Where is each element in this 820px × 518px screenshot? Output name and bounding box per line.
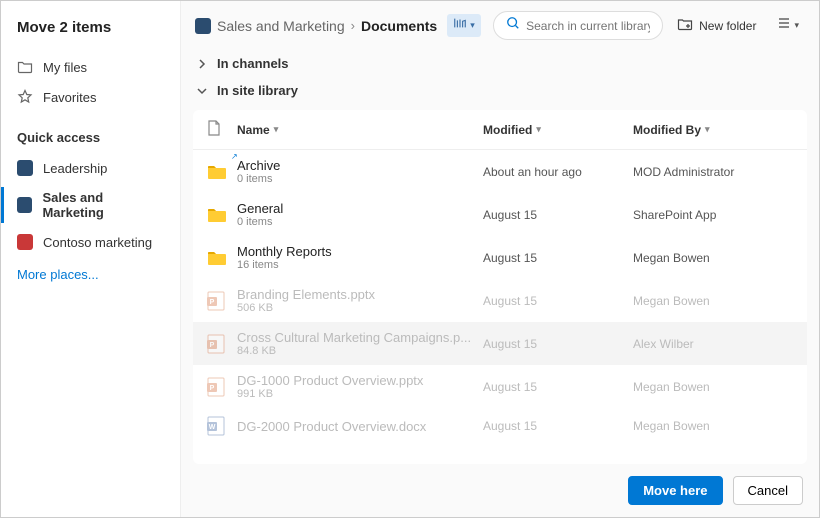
list-view-icon bbox=[776, 15, 792, 36]
row-modified-by: Megan Bowen bbox=[633, 380, 793, 394]
row-name: DG-1000 Product Overview.pptx bbox=[237, 373, 483, 388]
site-badge-icon bbox=[17, 197, 32, 213]
row-modified: August 15 bbox=[483, 208, 633, 222]
row-name: General bbox=[237, 201, 483, 216]
row-modified: August 15 bbox=[483, 294, 633, 308]
folder-icon bbox=[207, 207, 237, 223]
folder-icon bbox=[17, 59, 33, 75]
chevron-down-icon: ▾ bbox=[536, 124, 541, 135]
table-row[interactable]: Monthly Reports16 itemsAugust 15Megan Bo… bbox=[193, 236, 807, 279]
chevron-down-icon: ▾ bbox=[274, 124, 279, 135]
row-modified: August 15 bbox=[483, 251, 633, 265]
chevron-down-icon: ▾ bbox=[470, 20, 475, 31]
sidebar-item-sales-marketing[interactable]: Sales and Marketing bbox=[1, 183, 180, 227]
section-channels[interactable]: In channels bbox=[181, 50, 819, 77]
table-row: W DG-2000 Product Overview.docxAugust 15M… bbox=[193, 408, 807, 444]
table-row: P Branding Elements.pptx506 KBAugust 15Me… bbox=[193, 279, 807, 322]
folder-icon bbox=[207, 250, 237, 266]
row-modified-by: MOD Administrator bbox=[633, 165, 793, 179]
table-row[interactable]: General0 itemsAugust 15SharePoint App bbox=[193, 193, 807, 236]
view-options-button[interactable]: ▾ bbox=[770, 11, 805, 40]
row-subtext: 16 items bbox=[237, 259, 483, 271]
site-badge-icon bbox=[17, 234, 33, 250]
row-subtext: 0 items bbox=[237, 173, 483, 185]
table-row: P DG-1000 Product Overview.pptx991 KBAugu… bbox=[193, 365, 807, 408]
nav-favorites[interactable]: Favorites bbox=[1, 82, 180, 112]
new-folder-icon bbox=[677, 16, 693, 35]
svg-text:P: P bbox=[210, 385, 215, 392]
shortcut-icon: ↗ bbox=[231, 152, 238, 161]
column-header-modified-by[interactable]: Modified By▾ bbox=[633, 123, 793, 137]
folder-icon bbox=[207, 164, 237, 180]
row-modified: August 15 bbox=[483, 380, 633, 394]
search-input-wrap[interactable] bbox=[493, 11, 663, 40]
dialog-title: Move 2 items bbox=[1, 19, 180, 52]
row-name: DG-2000 Product Overview.docx bbox=[237, 419, 483, 434]
sidebar-item-label: Contoso marketing bbox=[43, 235, 152, 250]
section-label: In channels bbox=[217, 56, 289, 71]
sidebar-item-contoso[interactable]: Contoso marketing bbox=[1, 227, 180, 257]
new-folder-label: New folder bbox=[699, 19, 756, 33]
nav-label: My files bbox=[43, 60, 87, 75]
section-library[interactable]: In site library bbox=[181, 77, 819, 104]
library-picker[interactable]: ▾ bbox=[447, 14, 481, 37]
row-modified-by: Megan Bowen bbox=[633, 419, 793, 433]
section-label: In site library bbox=[217, 83, 298, 98]
move-here-button[interactable]: Move here bbox=[628, 476, 722, 505]
breadcrumb-current: Documents bbox=[361, 18, 437, 34]
more-places-link[interactable]: More places... bbox=[1, 257, 180, 292]
chevron-down-icon: ▾ bbox=[794, 20, 799, 31]
search-icon bbox=[506, 16, 520, 35]
chevron-down-icon: ▾ bbox=[705, 124, 710, 135]
row-subtext: 506 KB bbox=[237, 302, 483, 314]
row-modified-by: Megan Bowen bbox=[633, 294, 793, 308]
column-header-name[interactable]: Name▾ bbox=[237, 123, 483, 137]
column-header-modified[interactable]: Modified▾ bbox=[483, 123, 633, 137]
row-subtext: 84.8 KB bbox=[237, 345, 483, 357]
search-input[interactable] bbox=[526, 19, 650, 33]
row-modified-by: SharePoint App bbox=[633, 208, 793, 222]
cancel-button[interactable]: Cancel bbox=[733, 476, 803, 505]
row-modified-by: Megan Bowen bbox=[633, 251, 793, 265]
table-row[interactable]: ↗Archive0 itemsAbout an hour agoMOD Admi… bbox=[193, 150, 807, 193]
row-modified: About an hour ago bbox=[483, 165, 633, 179]
chevron-right-icon bbox=[195, 57, 209, 71]
svg-text:P: P bbox=[210, 299, 215, 306]
sidebar-item-leadership[interactable]: Leadership bbox=[1, 153, 180, 183]
svg-text:W: W bbox=[209, 424, 216, 431]
row-modified: August 15 bbox=[483, 419, 633, 433]
breadcrumb-parent[interactable]: Sales and Marketing bbox=[217, 18, 345, 34]
svg-text:P: P bbox=[210, 342, 215, 349]
nav-label: Favorites bbox=[43, 90, 96, 105]
pptx-icon: P bbox=[207, 334, 237, 354]
pptx-icon: P bbox=[207, 291, 237, 311]
sidebar-item-label: Sales and Marketing bbox=[42, 190, 164, 220]
table-row: P Cross Cultural Marketing Campaigns.p...… bbox=[193, 322, 807, 365]
sidebar-item-label: Leadership bbox=[43, 161, 107, 176]
docx-icon: W bbox=[207, 416, 237, 436]
site-badge-icon bbox=[17, 160, 33, 176]
row-name: Monthly Reports bbox=[237, 244, 483, 259]
row-name: Branding Elements.pptx bbox=[237, 287, 483, 302]
column-type-icon bbox=[207, 120, 237, 139]
new-folder-button[interactable]: New folder bbox=[669, 12, 764, 39]
library-icon bbox=[453, 16, 467, 35]
row-subtext: 0 items bbox=[237, 216, 483, 228]
chevron-down-icon bbox=[195, 84, 209, 98]
site-badge-icon bbox=[195, 18, 211, 34]
star-icon bbox=[17, 89, 33, 105]
nav-my-files[interactable]: My files bbox=[1, 52, 180, 82]
breadcrumb-separator: › bbox=[351, 18, 355, 33]
pptx-icon: P bbox=[207, 377, 237, 397]
row-modified-by: Alex Wilber bbox=[633, 337, 793, 351]
row-name: Cross Cultural Marketing Campaigns.p... bbox=[237, 330, 483, 345]
row-name: ↗Archive bbox=[237, 158, 483, 173]
row-modified: August 15 bbox=[483, 337, 633, 351]
quick-access-heading: Quick access bbox=[1, 112, 180, 153]
row-subtext: 991 KB bbox=[237, 388, 483, 400]
